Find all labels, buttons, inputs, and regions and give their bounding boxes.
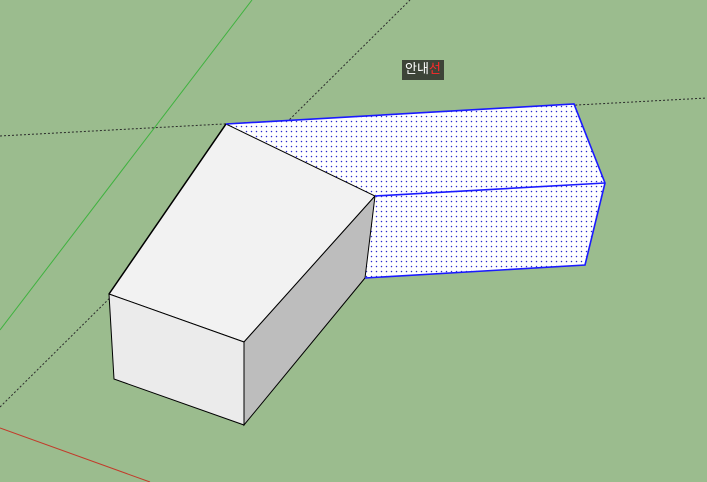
tool-tooltip: 안내선	[402, 60, 444, 80]
model-viewport[interactable]	[0, 0, 707, 482]
selected-front-face[interactable]	[365, 183, 605, 278]
red-axis-line	[0, 427, 151, 482]
tool-tooltip-caret: 선	[428, 62, 441, 77]
tool-tooltip-text: 안내선	[405, 62, 441, 77]
